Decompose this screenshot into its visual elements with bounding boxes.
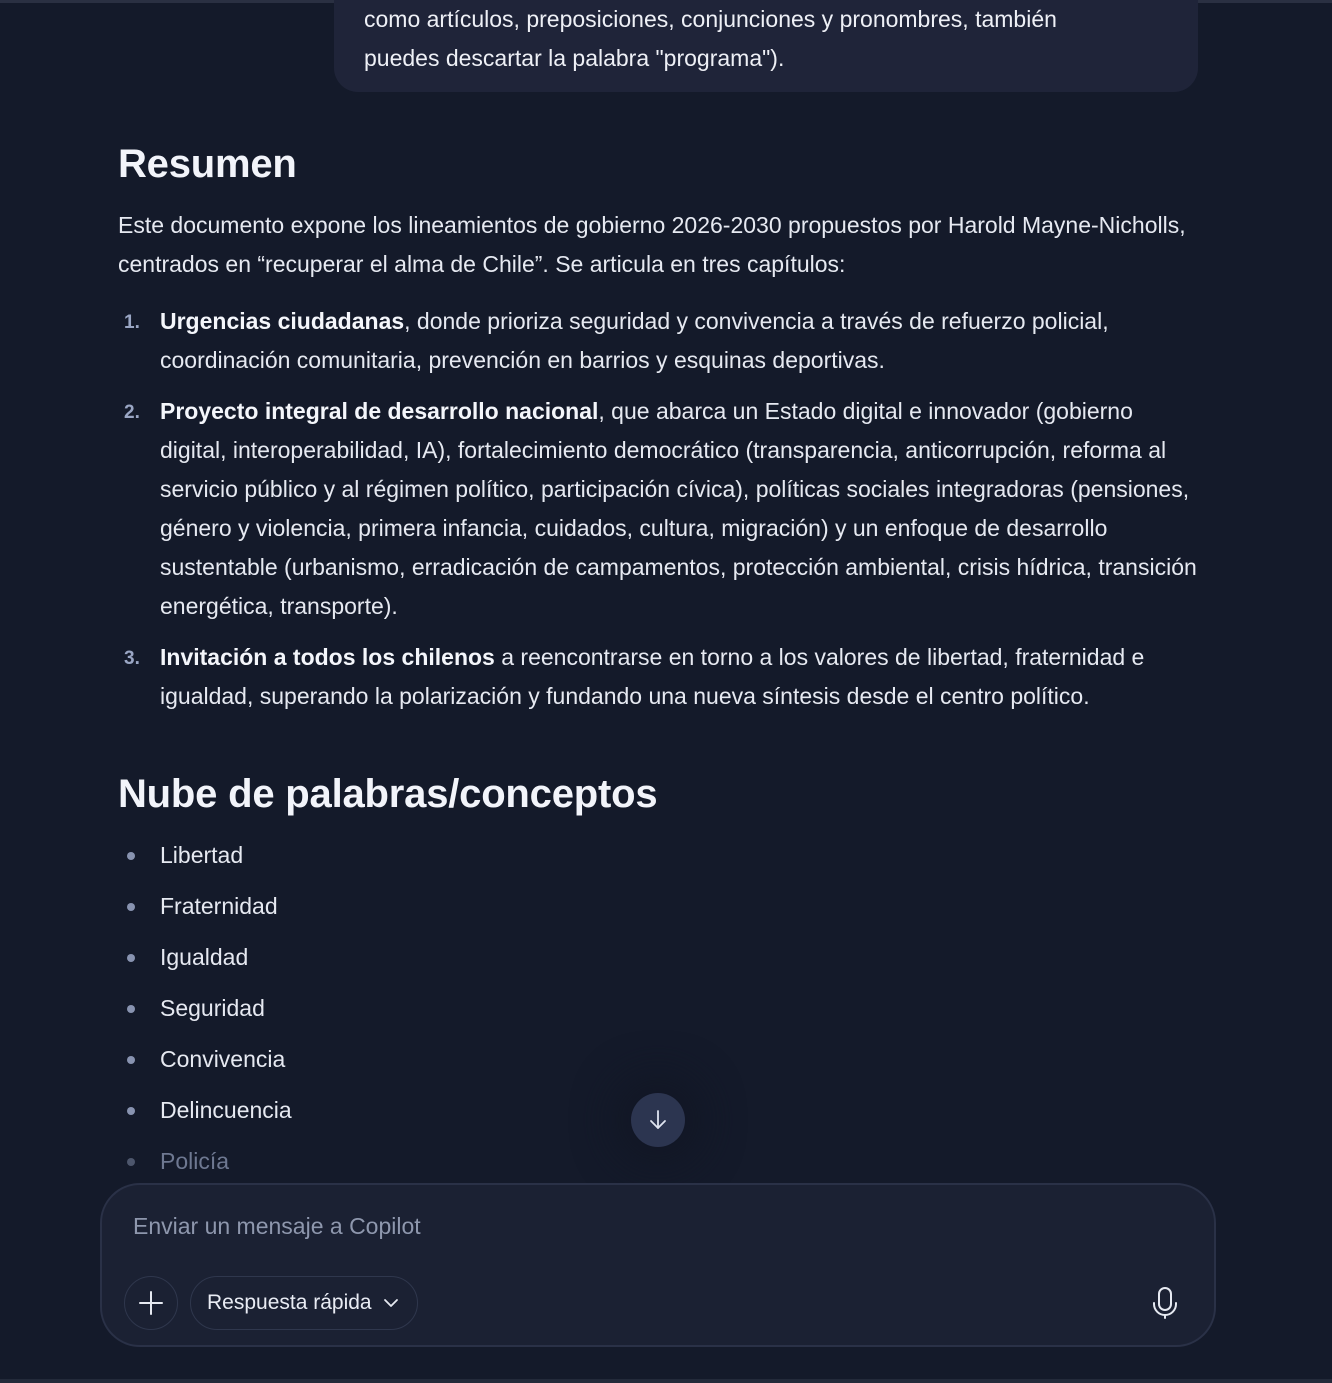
bullet-icon <box>127 903 135 911</box>
word-label: Libertad <box>160 842 244 868</box>
word-item: Seguridad <box>118 989 718 1040</box>
chapter-list: 1. Urgencias ciudadanas, donde prioriza … <box>118 302 1198 728</box>
summary-heading: Resumen <box>118 142 297 186</box>
word-label: Convivencia <box>160 1046 286 1072</box>
summary-intro: Este documento expone los lineamientos d… <box>118 212 1186 277</box>
word-item: Igualdad <box>118 938 718 989</box>
chapter-number: 3. <box>124 648 140 669</box>
response-mode-selector[interactable]: Respuesta rápida <box>190 1276 418 1330</box>
arrow-down-icon <box>650 1110 666 1129</box>
chapter-number: 1. <box>124 312 140 333</box>
bullet-icon <box>127 852 135 860</box>
message-composer: Respuesta rápida <box>100 1183 1216 1347</box>
bullet-icon <box>127 1107 135 1115</box>
scroll-to-bottom-button[interactable] <box>631 1093 685 1147</box>
word-label: Igualdad <box>160 944 249 970</box>
message-input[interactable] <box>133 1213 1133 1240</box>
word-list: Libertad Fraternidad Igualdad Seguridad … <box>118 836 718 1193</box>
word-label: Seguridad <box>160 995 265 1021</box>
word-item: Delincuencia <box>118 1091 718 1142</box>
plus-icon <box>139 1291 163 1315</box>
add-attachment-button[interactable] <box>124 1276 178 1330</box>
chapter-title: Urgencias ciudadanas <box>160 308 405 334</box>
chapter-item: 2. Proyecto integral de desarrollo nacio… <box>118 392 1198 626</box>
chapter-number: 2. <box>124 402 140 423</box>
bullet-icon <box>127 1158 135 1166</box>
chapter-item: 1. Urgencias ciudadanas, donde prioriza … <box>118 302 1198 380</box>
word-item: Libertad <box>118 836 718 887</box>
voice-input-button[interactable] <box>1142 1280 1188 1326</box>
word-label: Fraternidad <box>160 893 278 919</box>
bullet-icon <box>127 954 135 962</box>
word-label: Delincuencia <box>160 1097 292 1123</box>
word-label: Policía <box>160 1148 230 1174</box>
chapter-title: Invitación a todos los chilenos <box>160 644 495 670</box>
bottom-divider <box>0 1379 1332 1383</box>
word-item: Fraternidad <box>118 887 718 938</box>
microphone-icon <box>1153 1287 1177 1319</box>
user-message-line: como artículos, preposiciones, conjuncio… <box>364 6 1057 32</box>
bullet-icon <box>127 1005 135 1013</box>
bullet-icon <box>127 1056 135 1064</box>
response-mode-label: Respuesta rápida <box>207 1291 372 1314</box>
chapter-text: , que abarca un Estado digital e innovad… <box>160 398 1197 619</box>
user-message-bubble: como artículos, preposiciones, conjuncio… <box>334 0 1198 92</box>
chapter-item: 3. Invitación a todos los chilenos a ree… <box>118 638 1198 716</box>
user-message-line: puedes descartar la palabra "programa"). <box>364 45 785 71</box>
word-item: Convivencia <box>118 1040 718 1091</box>
chevron-down-icon <box>382 1294 400 1312</box>
word-cloud-heading: Nube de palabras/conceptos <box>118 772 658 816</box>
chapter-title: Proyecto integral de desarrollo nacional <box>160 398 599 424</box>
